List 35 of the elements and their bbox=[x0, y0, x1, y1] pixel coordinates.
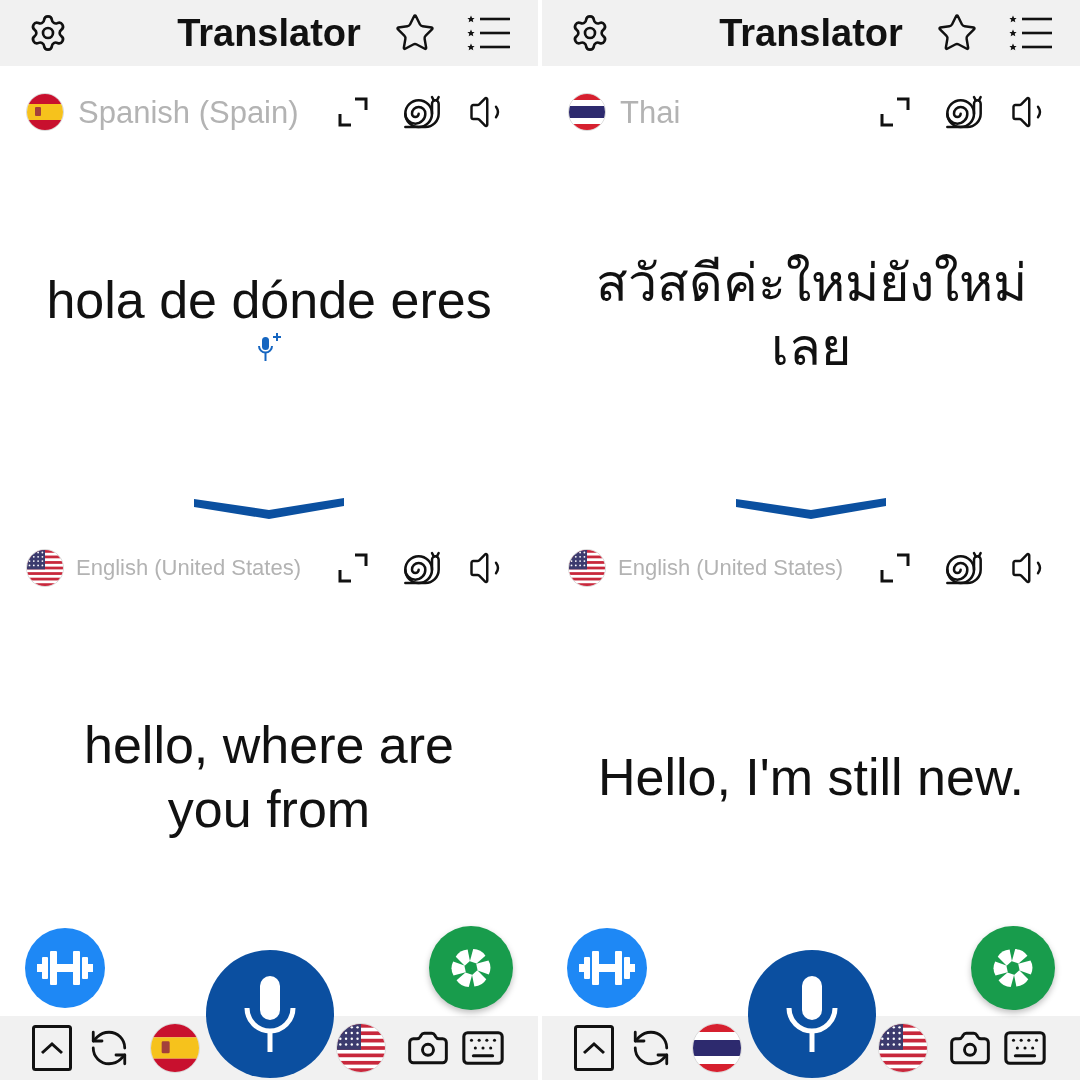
starred-list-icon[interactable] bbox=[466, 14, 510, 52]
chevron-up-square-icon[interactable] bbox=[32, 1025, 72, 1071]
chevron-up-square-icon[interactable] bbox=[574, 1025, 614, 1071]
source-language-label[interactable]: Thai bbox=[620, 96, 880, 128]
pinwheel-button[interactable] bbox=[971, 926, 1055, 1010]
us-flag-icon[interactable] bbox=[336, 1023, 386, 1073]
target-language-label[interactable]: English (United States) bbox=[618, 557, 880, 579]
chevron-down-icon[interactable] bbox=[194, 496, 344, 520]
chevron-down-icon[interactable] bbox=[736, 496, 886, 520]
microphone-plus-icon[interactable] bbox=[256, 332, 282, 362]
translated-text: hello, where are you from bbox=[83, 715, 455, 840]
spain-flag-icon[interactable] bbox=[26, 93, 64, 131]
source-text[interactable]: สวัสดีค่ะใหม่ยังใหม่เลย bbox=[583, 251, 1039, 379]
expand-icon[interactable] bbox=[338, 553, 368, 583]
us-flag-icon[interactable] bbox=[568, 549, 606, 587]
us-flag-icon[interactable] bbox=[26, 549, 64, 587]
source-text[interactable]: hola de dónde eres bbox=[46, 268, 492, 332]
us-flag-icon[interactable] bbox=[878, 1023, 928, 1073]
source-language-label[interactable]: Spanish (Spain) bbox=[78, 96, 338, 128]
thailand-flag-icon[interactable] bbox=[692, 1023, 742, 1073]
starred-list-icon[interactable] bbox=[1008, 14, 1052, 52]
translated-text: Hello, I'm still new. bbox=[597, 747, 1025, 808]
app-title: Translator bbox=[719, 14, 903, 52]
pinwheel-icon bbox=[451, 948, 491, 988]
dumbbell-icon bbox=[579, 951, 635, 985]
target-language-label[interactable]: English (United States) bbox=[76, 557, 338, 579]
thailand-flag-icon[interactable] bbox=[568, 93, 606, 131]
expand-icon[interactable] bbox=[338, 97, 368, 127]
spain-flag-icon[interactable] bbox=[150, 1023, 200, 1073]
dumbbell-icon bbox=[37, 951, 93, 985]
pinwheel-button[interactable] bbox=[429, 926, 513, 1010]
app-title: Translator bbox=[177, 14, 361, 52]
expand-icon[interactable] bbox=[880, 553, 910, 583]
expand-icon[interactable] bbox=[880, 97, 910, 127]
pinwheel-icon bbox=[993, 948, 1033, 988]
